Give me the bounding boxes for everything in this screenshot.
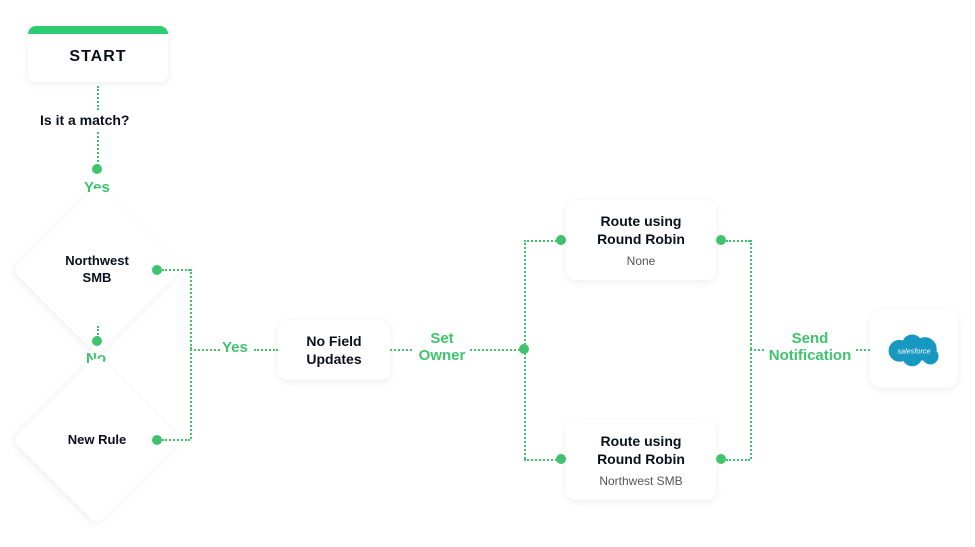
connector (524, 240, 526, 349)
connector-dot (716, 235, 726, 245)
connector-dot (716, 454, 726, 464)
connector (750, 349, 752, 459)
node-no-field-updates[interactable]: No Field Updates (278, 320, 390, 380)
connector (856, 349, 870, 351)
connector (190, 269, 192, 349)
node-salesforce[interactable]: salesforce (870, 310, 958, 388)
connector-dot (92, 336, 102, 346)
node-label: Route using Round Robin (584, 212, 698, 248)
connector (726, 459, 750, 461)
question-text: Is it a match? (40, 112, 129, 128)
connector (254, 349, 278, 351)
node-route-top[interactable]: Route using Round Robin None (566, 200, 716, 280)
connector (390, 349, 412, 351)
connector (726, 240, 750, 242)
connector (750, 349, 764, 351)
decision-northwest-smb[interactable]: Northwest SMB (37, 210, 157, 330)
node-label: No Field Updates (296, 332, 372, 368)
decision-new-rule[interactable]: New Rule (37, 380, 157, 500)
svg-text:salesforce: salesforce (897, 347, 930, 356)
connector-dot (556, 454, 566, 464)
connector (97, 86, 99, 110)
connector (162, 269, 190, 271)
edge-label-yes: Yes (222, 339, 248, 356)
start-node-stripe (28, 26, 168, 34)
start-label: START (28, 34, 168, 82)
connector-dot (152, 265, 162, 275)
edge-label-set-owner: Set Owner (414, 331, 470, 364)
edge-label-send-notification: Send Notification (764, 331, 856, 364)
connector (524, 349, 526, 459)
connector (162, 439, 190, 441)
connector (97, 132, 99, 166)
connector (750, 240, 752, 349)
edge-label-text: Send Notification (764, 331, 856, 364)
node-sublabel: Northwest SMB (599, 474, 682, 488)
connector-dot (556, 235, 566, 245)
connector (524, 459, 560, 461)
start-node[interactable]: START (28, 26, 168, 82)
node-label: Route using Round Robin (584, 432, 698, 468)
edge-label-text: Set Owner (414, 331, 470, 364)
decision-label: Northwest SMB (37, 210, 157, 330)
connector-dot (92, 164, 102, 174)
connector (470, 349, 524, 351)
connector (190, 349, 220, 351)
connector (190, 349, 192, 439)
decision-label: New Rule (37, 380, 157, 500)
connector-dot (152, 435, 162, 445)
node-route-bottom[interactable]: Route using Round Robin Northwest SMB (566, 420, 716, 500)
connector (524, 240, 560, 242)
node-sublabel: None (627, 254, 656, 268)
salesforce-icon: salesforce (884, 329, 944, 369)
